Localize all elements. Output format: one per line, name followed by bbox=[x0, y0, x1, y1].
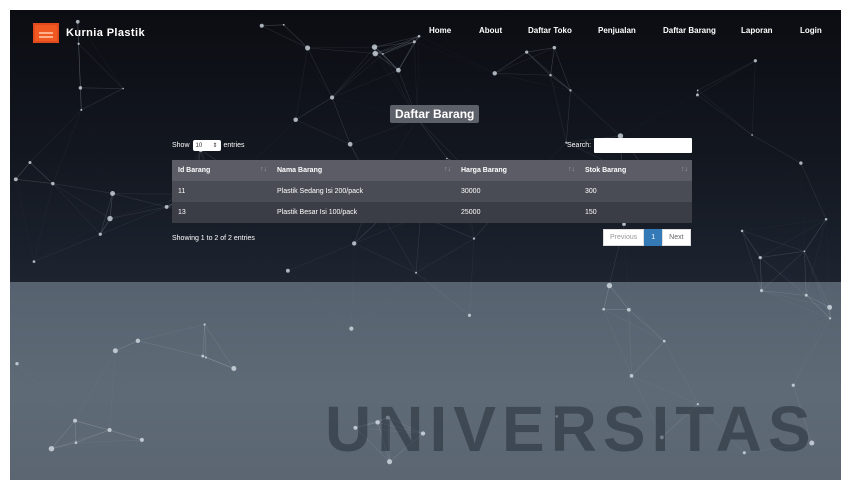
entries-value: 10 bbox=[195, 142, 203, 149]
header-label: Harga Barang bbox=[461, 167, 507, 174]
nav-penjualan[interactable]: Penjualan bbox=[598, 26, 636, 35]
entries-label: entries bbox=[223, 142, 245, 149]
cell-id: 11 bbox=[178, 188, 186, 195]
watermark-text: UNIVERSITAS bbox=[325, 393, 817, 465]
page-1-button[interactable]: 1 bbox=[644, 229, 663, 246]
pagination: Previous 1 Next bbox=[603, 229, 691, 246]
header-label: Nama Barang bbox=[277, 167, 323, 174]
cell-id: 13 bbox=[178, 209, 186, 216]
sort-icon: ↑↓ bbox=[444, 166, 451, 173]
cell-harga: 30000 bbox=[461, 188, 481, 195]
cell-harga: 25000 bbox=[461, 209, 481, 216]
table-row: 13 Plastik Besar Isi 100/pack 25000 150 bbox=[172, 202, 692, 223]
brand[interactable]: Kurnia Plastik bbox=[33, 22, 145, 44]
sort-icon: ↑↓ bbox=[568, 166, 575, 173]
table-info: Showing 1 to 2 of 2 entries bbox=[172, 235, 255, 242]
header-label: Id Barang bbox=[178, 167, 211, 174]
sort-icon: ↑↓ bbox=[681, 166, 688, 173]
table-row: 11 Plastik Sedang Isi 200/pack 30000 300 bbox=[172, 181, 692, 202]
header-nama-barang[interactable]: Nama Barang ↑↓ bbox=[271, 160, 455, 181]
select-arrows-icon: ⇕ bbox=[212, 143, 218, 149]
header-harga-barang[interactable]: Harga Barang ↑↓ bbox=[455, 160, 579, 181]
header-label: Stok Barang bbox=[585, 167, 627, 174]
page-title: Daftar Barang bbox=[390, 105, 480, 123]
nav-daftar-barang[interactable]: Daftar Barang bbox=[663, 26, 716, 35]
brand-name: Kurnia Plastik bbox=[66, 27, 145, 39]
search-control: Search: bbox=[567, 138, 693, 153]
cell-nama: Plastik Sedang Isi 200/pack bbox=[277, 188, 363, 195]
sort-icon: ↑↓ bbox=[260, 166, 267, 173]
nav-about[interactable]: About bbox=[479, 26, 502, 35]
nav-login[interactable]: Login bbox=[800, 26, 822, 35]
show-label: Show bbox=[172, 142, 190, 149]
entries-control: Show 10 ⇕ entries bbox=[172, 140, 245, 151]
nav-laporan[interactable]: Laporan bbox=[741, 26, 773, 35]
search-label: Search: bbox=[567, 142, 592, 149]
cell-nama: Plastik Besar Isi 100/pack bbox=[277, 209, 358, 216]
page: UNIVERSITAS Kurnia Plastik Home About Da… bbox=[0, 0, 841, 480]
search-input[interactable] bbox=[594, 138, 693, 153]
items-table: Id Barang ↑↓ Nama Barang ↑↓ Harga Barang ↑↓… bbox=[172, 160, 692, 223]
cell-stok: 150 bbox=[585, 209, 597, 216]
nav-daftar-toko[interactable]: Daftar Toko bbox=[528, 26, 572, 35]
table-header-row: Id Barang ↑↓ Nama Barang ↑↓ Harga Barang ↑↓… bbox=[172, 160, 692, 181]
header-stok-barang[interactable]: Stok Barang ↑↓ bbox=[579, 160, 692, 181]
entries-select[interactable]: 10 ⇕ bbox=[192, 140, 221, 151]
previous-button[interactable]: Previous bbox=[603, 229, 645, 246]
cell-stok: 300 bbox=[585, 188, 597, 195]
header-id-barang[interactable]: Id Barang ↑↓ bbox=[172, 160, 271, 181]
logo-icon bbox=[33, 23, 59, 43]
next-button[interactable]: Next bbox=[662, 229, 691, 246]
nav-home[interactable]: Home bbox=[429, 26, 451, 35]
